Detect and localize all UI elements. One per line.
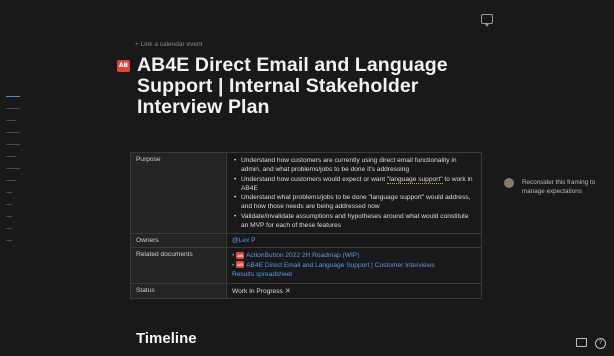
table-row: Purpose Understand how customers are cur…	[130, 152, 482, 234]
list-item: Understand what problems/jobs to be done…	[234, 193, 476, 211]
doc-link[interactable]: ActionButton 2022 2H Roadmap (WIP)	[246, 252, 359, 259]
related-documents-value: • AB ActionButton 2022 2H Roadmap (WIP) •…	[226, 247, 482, 284]
page-icon-badge[interactable]: AB	[117, 60, 130, 72]
doc-bullet: •	[232, 261, 235, 269]
outline-item[interactable]	[6, 240, 12, 241]
list-item: Understand how customers would expect or…	[234, 175, 476, 193]
side-comment[interactable]: Reconsider this framing to manage expect…	[504, 178, 608, 196]
outline-item[interactable]	[6, 180, 16, 181]
commented-text[interactable]: "language support"	[386, 175, 443, 184]
table-row: Related documents • AB ActionButton 2022 …	[130, 247, 482, 284]
properties-table: Purpose Understand how customers are cur…	[130, 152, 482, 299]
outline-item[interactable]	[6, 132, 20, 133]
results-row: Results spreadsheet	[232, 270, 476, 280]
bottom-toolbar: ?	[576, 338, 606, 349]
outline-item[interactable]	[6, 144, 20, 145]
tools-icon: ✕	[284, 287, 291, 295]
outline-item[interactable]	[6, 216, 12, 217]
list-item: Validate/invalidate assumptions and hypo…	[234, 212, 476, 230]
outline-item[interactable]	[6, 168, 20, 169]
status-text: Work In Progress	[232, 287, 283, 295]
doc-badge-icon: AB	[236, 251, 245, 259]
keyboard-icon[interactable]	[576, 338, 587, 347]
owners-key: Owners	[130, 233, 227, 248]
outline-item[interactable]	[6, 228, 12, 229]
outline-item[interactable]	[6, 192, 12, 193]
doc-bullet: •	[232, 252, 235, 259]
owner-mention[interactable]: @Lex P	[232, 237, 256, 244]
outline-item[interactable]	[6, 156, 16, 157]
related-documents-key: Related documents	[130, 247, 227, 284]
list-item: Understand how customers are currently u…	[234, 156, 476, 174]
related-doc-item[interactable]: • AB ActionButton 2022 2H Roadmap (WIP)	[232, 251, 476, 261]
timeline-heading: Timeline	[136, 330, 197, 347]
outline-nav[interactable]	[6, 96, 22, 252]
table-row: Status Work In Progress ✕	[130, 282, 482, 299]
avatar	[504, 178, 514, 188]
owners-value-cell: @Lex P	[226, 233, 482, 248]
status-value[interactable]: Work In Progress ✕	[226, 282, 482, 299]
outline-item[interactable]	[6, 108, 20, 109]
purpose-text: Understand how customers would expect or…	[241, 175, 386, 183]
doc-badge-icon: AB	[236, 261, 245, 269]
comment-text: Reconsider this framing to manage expect…	[522, 179, 596, 195]
page-header: + Link a calendar event AB AB4E Direct E…	[117, 41, 491, 118]
results-spreadsheet-link[interactable]: Results spreadsheet	[232, 271, 292, 278]
outline-item[interactable]	[6, 204, 12, 205]
help-icon[interactable]: ?	[595, 338, 606, 349]
doc-link[interactable]: AB4E Direct Email and Language Support |…	[246, 262, 435, 269]
comment-icon[interactable]	[481, 14, 493, 27]
link-calendar-event[interactable]: + Link a calendar event	[135, 41, 491, 48]
purpose-value[interactable]: Understand how customers are currently u…	[226, 152, 482, 234]
related-doc-item[interactable]: • AB AB4E Direct Email and Language Suppo…	[232, 261, 476, 271]
table-row: Owners @Lex P	[130, 233, 482, 248]
outline-item[interactable]	[6, 96, 20, 97]
purpose-key: Purpose	[130, 152, 227, 234]
outline-item[interactable]	[6, 120, 16, 121]
status-key: Status	[130, 282, 227, 299]
page-title[interactable]: AB4E Direct Email and Language Support |…	[137, 55, 491, 118]
